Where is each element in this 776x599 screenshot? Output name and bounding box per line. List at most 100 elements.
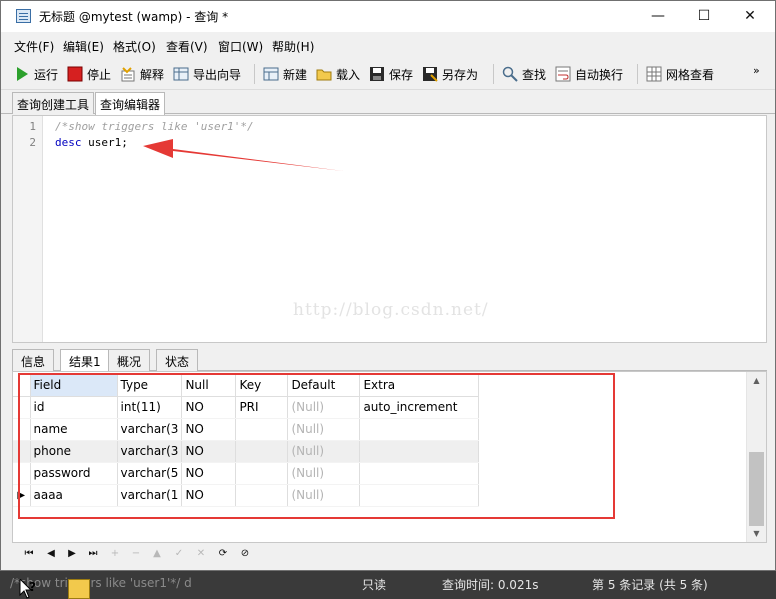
cell-extra[interactable] bbox=[359, 418, 480, 441]
cell-key[interactable] bbox=[235, 418, 289, 441]
column-header-null[interactable]: Null bbox=[181, 374, 237, 397]
cell-default[interactable]: (Null) bbox=[287, 418, 361, 441]
table-row[interactable]: phone varchar(3 NO (Null) bbox=[13, 440, 480, 463]
status-record-count: 第 5 条记录 (共 5 条) bbox=[592, 578, 708, 592]
tab-query-editor[interactable]: 查询编辑器 bbox=[95, 92, 166, 115]
cell-type[interactable]: varchar(3 bbox=[117, 440, 183, 463]
record-navigation-bar: ⏮ ◀ ▶ ⏭ + − ▲ ✓ ✕ ⟳ ⊘ bbox=[12, 543, 767, 565]
cell-field[interactable]: name bbox=[30, 418, 118, 441]
cell-default[interactable]: (Null) bbox=[287, 440, 361, 463]
tab-info[interactable]: 信息 bbox=[12, 349, 55, 371]
new-label: 新建 bbox=[283, 67, 308, 82]
scroll-down-icon[interactable]: ▼ bbox=[747, 525, 766, 542]
toolbar-divider bbox=[637, 64, 638, 84]
close-button[interactable]: ✕ bbox=[727, 1, 773, 31]
menu-help[interactable]: 帮助(H) bbox=[272, 38, 314, 55]
word-wrap-button[interactable]: 自动换行 bbox=[555, 64, 623, 84]
new-button[interactable]: 新建 bbox=[263, 64, 307, 84]
table-row[interactable]: password varchar(5 NO (Null) bbox=[13, 462, 480, 485]
tab-status[interactable]: 状态 bbox=[156, 349, 199, 371]
save-as-button[interactable]: 另存为 bbox=[422, 64, 478, 84]
export-icon bbox=[173, 66, 189, 82]
menu-bar: 文件(F) 编辑(E) 格式(O) 查看(V) 窗口(W) 帮助(H) bbox=[1, 32, 775, 58]
cell-key[interactable]: PRI bbox=[235, 396, 289, 419]
cell-null[interactable]: NO bbox=[181, 462, 237, 485]
row-header-cell bbox=[13, 462, 31, 485]
previous-record-icon[interactable]: ◀ bbox=[44, 547, 58, 561]
cell-type[interactable]: varchar(1 bbox=[117, 484, 183, 507]
edit-record-icon[interactable]: ▲ bbox=[150, 547, 164, 561]
last-record-icon[interactable]: ⏭ bbox=[86, 547, 100, 561]
column-header-extra[interactable]: Extra bbox=[359, 374, 480, 397]
scroll-up-icon[interactable]: ▲ bbox=[747, 372, 766, 389]
cell-extra[interactable] bbox=[359, 440, 480, 463]
menu-view[interactable]: 查看(V) bbox=[166, 38, 208, 55]
table-row[interactable]: id int(11) NO PRI (Null) auto_increment bbox=[13, 396, 480, 419]
toolbar-overflow-button[interactable]: » bbox=[753, 60, 760, 80]
cell-default[interactable]: (Null) bbox=[287, 484, 361, 507]
cell-default[interactable]: (Null) bbox=[287, 462, 361, 485]
tab-query-builder[interactable]: 查询创建工具 bbox=[12, 92, 95, 114]
add-record-icon[interactable]: + bbox=[108, 547, 122, 561]
minimize-button[interactable]: — bbox=[635, 1, 681, 31]
cell-null[interactable]: NO bbox=[181, 418, 237, 441]
menu-window[interactable]: 窗口(W) bbox=[218, 38, 263, 55]
status-query-time: 查询时间: 0.021s bbox=[442, 578, 539, 592]
cell-field[interactable]: aaaa bbox=[30, 484, 118, 507]
run-button[interactable]: 运行 bbox=[14, 64, 58, 84]
cell-key[interactable] bbox=[235, 484, 289, 507]
scrollbar-thumb[interactable] bbox=[749, 452, 764, 526]
first-record-icon[interactable]: ⏮ bbox=[22, 547, 36, 561]
tab-result1[interactable]: 结果1 bbox=[60, 349, 110, 372]
stop-icon bbox=[67, 66, 83, 82]
find-button[interactable]: 查找 bbox=[502, 64, 546, 84]
cell-type[interactable]: varchar(5 bbox=[117, 462, 183, 485]
cell-type[interactable]: varchar(3 bbox=[117, 418, 183, 441]
column-header-type[interactable]: Type bbox=[117, 374, 183, 397]
table-row[interactable]: name varchar(3 NO (Null) bbox=[13, 418, 480, 441]
grid-view-button[interactable]: 网格查看 bbox=[646, 64, 714, 84]
grid-vertical-scrollbar[interactable]: ▲ ▼ bbox=[746, 372, 766, 542]
search-icon bbox=[502, 66, 518, 82]
next-record-icon[interactable]: ▶ bbox=[65, 547, 79, 561]
cell-extra[interactable]: auto_increment bbox=[359, 396, 480, 419]
cancel-changes-icon[interactable]: ✕ bbox=[194, 547, 208, 561]
folder-taskbar-icon[interactable] bbox=[68, 579, 90, 599]
cell-null[interactable]: NO bbox=[181, 396, 237, 419]
cell-extra[interactable] bbox=[359, 484, 480, 507]
refresh-icon[interactable]: ⟳ bbox=[216, 547, 230, 561]
table-row[interactable]: ▶ aaaa varchar(1 NO (Null) bbox=[13, 484, 480, 507]
delete-record-icon[interactable]: − bbox=[129, 547, 143, 561]
sql-editor[interactable]: 1 2 /*show triggers like 'user1'*/ desc … bbox=[12, 115, 767, 343]
save-button[interactable]: 保存 bbox=[369, 64, 413, 84]
column-header-field[interactable]: Field bbox=[30, 374, 118, 397]
cell-key[interactable] bbox=[235, 440, 289, 463]
cell-null[interactable]: NO bbox=[181, 440, 237, 463]
cell-key[interactable] bbox=[235, 462, 289, 485]
load-button[interactable]: 载入 bbox=[316, 64, 360, 84]
cell-null[interactable]: NO bbox=[181, 484, 237, 507]
result-tabs: 信息 结果1 概况 状态 bbox=[12, 347, 767, 372]
cell-extra[interactable] bbox=[359, 462, 480, 485]
toolbar: 运行 停止 解释 导出向导 新建 载入 保存 另存为 查找 自动换行 网格查看 … bbox=[1, 58, 775, 90]
column-header-default[interactable]: Default bbox=[287, 374, 361, 397]
menu-format[interactable]: 格式(O) bbox=[113, 38, 156, 55]
stop-loading-icon[interactable]: ⊘ bbox=[238, 547, 252, 561]
toolbar-divider bbox=[493, 64, 494, 84]
load-label: 载入 bbox=[336, 67, 361, 82]
cell-field[interactable]: id bbox=[30, 396, 118, 419]
cell-type[interactable]: int(11) bbox=[117, 396, 183, 419]
menu-edit[interactable]: 编辑(E) bbox=[63, 38, 104, 55]
column-header-key[interactable]: Key bbox=[235, 374, 289, 397]
tab-profile[interactable]: 概况 bbox=[108, 349, 151, 371]
save-icon bbox=[369, 66, 385, 82]
menu-file[interactable]: 文件(F) bbox=[14, 38, 54, 55]
explain-button[interactable]: 解释 bbox=[120, 64, 164, 84]
stop-button[interactable]: 停止 bbox=[67, 64, 111, 84]
cell-field[interactable]: password bbox=[30, 462, 118, 485]
export-wizard-button[interactable]: 导出向导 bbox=[173, 64, 241, 84]
maximize-button[interactable]: ☐ bbox=[681, 1, 727, 31]
cell-default[interactable]: (Null) bbox=[287, 396, 361, 419]
apply-changes-icon[interactable]: ✓ bbox=[172, 547, 186, 561]
cell-field[interactable]: phone bbox=[30, 440, 118, 463]
